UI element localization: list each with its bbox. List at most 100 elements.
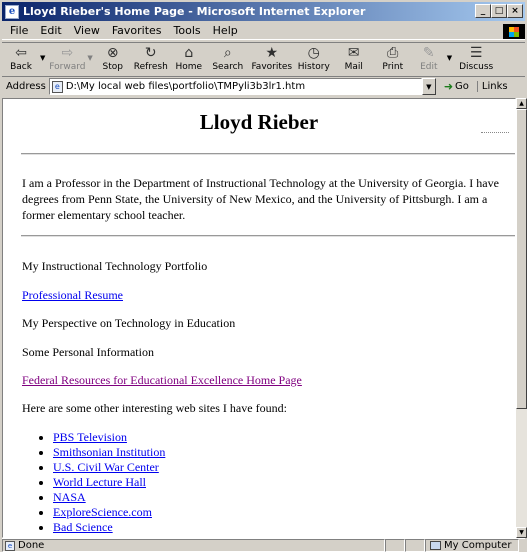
security-zone: My Computer [425, 539, 519, 552]
site-link-civil-war[interactable]: U.S. Civil War Center [53, 460, 159, 474]
stop-label: Stop [102, 62, 124, 72]
go-arrow-icon: ➜ [443, 80, 454, 93]
list-item: Smithsonian Institution [53, 445, 165, 460]
menu-bar: File Edit View Favorites Tools Help [2, 22, 525, 40]
title-bar: e Lloyd Rieber's Home Page - Microsoft I… [2, 2, 525, 21]
intro-text: I am a Professor in the Department of In… [22, 176, 499, 222]
list-item: ExploreScience.com [53, 505, 165, 520]
scroll-up-icon[interactable]: ▲ [516, 98, 527, 109]
favorites-label: Favorites [251, 62, 293, 72]
print-button[interactable]: ⎙ Print [375, 44, 411, 76]
resume-link[interactable]: Professional Resume [22, 288, 123, 302]
stop-icon: ⊗ [106, 45, 119, 61]
refresh-button[interactable]: ↻ Refresh [131, 44, 171, 76]
sites-list: PBS Television Smithsonian Institution U… [41, 430, 165, 535]
scroll-thumb[interactable] [516, 109, 527, 409]
site-link-lecture-hall[interactable]: World Lecture Hall [53, 475, 146, 489]
browser-window: e Lloyd Rieber's Home Page - Microsoft I… [0, 0, 527, 552]
perspective-text: My Perspective on Technology in Educatio… [22, 316, 236, 330]
search-icon: ⌕ [223, 45, 232, 61]
list-item: World Lecture Hall [53, 475, 165, 490]
status-text: Done [18, 540, 45, 551]
minimize-button[interactable]: _ [475, 4, 491, 18]
edit-button[interactable]: ✎ Edit [411, 44, 447, 76]
history-label: History [297, 62, 330, 72]
home-icon: ⌂ [184, 45, 194, 61]
zone-label: My Computer [444, 540, 512, 551]
page-content: Lloyd Rieber I am a Professor in the Dep… [2, 98, 516, 538]
menu-favorites[interactable]: Favorites [112, 24, 162, 37]
list-item: PBS Television [53, 430, 165, 445]
refresh-label: Refresh [133, 62, 168, 72]
favorites-button[interactable]: ★ Favorites [249, 44, 295, 76]
history-icon: ◷ [307, 45, 320, 61]
divider [21, 153, 515, 155]
status-panel: e Done [2, 539, 385, 552]
page-icon: e [51, 80, 63, 93]
menu-help[interactable]: Help [213, 24, 238, 37]
address-field[interactable]: e D:\My local web files\portfolio\TMPyli… [48, 78, 422, 95]
status-pane [405, 539, 425, 552]
address-value: D:\My local web files\portfolio\TMPyli3b… [65, 81, 306, 92]
page-title: Lloyd Rieber [199, 110, 319, 134]
site-link-smithsonian[interactable]: Smithsonian Institution [53, 445, 165, 459]
address-bar: Address e D:\My local web files\portfoli… [2, 76, 525, 96]
standard-toolbar: ⇦ Back ▼ ⇨ Forward ▼ ⊗ Stop ↻ Refresh ⌂ … [2, 42, 525, 76]
personal-info-text: Some Personal Information [22, 345, 154, 359]
search-label: Search [212, 62, 244, 72]
stop-button[interactable]: ⊗ Stop [95, 44, 131, 76]
print-label: Print [382, 62, 404, 72]
divider [21, 235, 515, 237]
list-item: NASA [53, 490, 165, 505]
list-item: U.S. Civil War Center [53, 460, 165, 475]
window-title: Lloyd Rieber's Home Page - Microsoft Int… [23, 5, 366, 18]
ie-logo-icon: e [5, 4, 19, 19]
list-item: Bad Science [53, 520, 165, 535]
menu-edit[interactable]: Edit [40, 24, 61, 37]
portfolio-heading: My Instructional Technology Portfolio [22, 259, 208, 273]
my-computer-icon [430, 541, 441, 550]
page-done-icon: e [5, 540, 15, 551]
status-bar: e Done My Computer [2, 538, 525, 552]
discuss-button[interactable]: ☰ Discuss [454, 44, 498, 76]
site-link-bad-science[interactable]: Bad Science [53, 520, 113, 534]
forward-dropdown-icon[interactable]: ▼ [87, 54, 92, 62]
address-dropdown-icon[interactable]: ▼ [421, 78, 436, 95]
site-link-nasa[interactable]: NASA [53, 490, 86, 504]
windows-logo-icon [503, 24, 525, 39]
site-link-explorescience[interactable]: ExploreScience.com [53, 505, 152, 519]
site-link-pbs[interactable]: PBS Television [53, 430, 127, 444]
sites-intro-text: Here are some other interesting web site… [22, 401, 287, 415]
home-button[interactable]: ⌂ Home [171, 44, 207, 76]
federal-resources-link[interactable]: Federal Resources for Educational Excell… [22, 373, 302, 387]
edit-icon: ✎ [422, 45, 435, 61]
favorites-icon: ★ [265, 45, 279, 61]
search-button[interactable]: ⌕ Search [207, 44, 249, 76]
discuss-label: Discuss [459, 62, 494, 72]
forward-label: Forward [49, 62, 86, 72]
go-button[interactable]: ➜ Go [444, 80, 469, 93]
menu-file[interactable]: File [10, 24, 28, 37]
forward-button[interactable]: ⇨ Forward [47, 44, 87, 76]
scroll-down-icon[interactable]: ▼ [516, 527, 527, 538]
refresh-icon: ↻ [144, 45, 157, 61]
back-label: Back [10, 62, 32, 72]
edit-dropdown-icon[interactable]: ▼ [447, 54, 452, 62]
mail-label: Mail [344, 62, 363, 72]
mail-icon: ✉ [347, 45, 360, 61]
go-label: Go [455, 81, 469, 92]
back-button[interactable]: ⇦ Back [2, 44, 40, 76]
home-label: Home [175, 62, 203, 72]
links-button[interactable]: Links [476, 81, 508, 92]
history-button[interactable]: ◷ History [295, 44, 333, 76]
mail-button[interactable]: ✉ Mail [333, 44, 375, 76]
close-button[interactable]: × [507, 4, 523, 18]
forward-arrow-icon: ⇨ [61, 45, 74, 61]
vertical-scrollbar[interactable]: ▲ ▼ [516, 98, 527, 538]
maximize-button[interactable]: □ [491, 4, 507, 18]
back-arrow-icon: ⇦ [15, 45, 27, 61]
menu-tools[interactable]: Tools [174, 24, 201, 37]
decorative-mark [481, 132, 509, 133]
menu-view[interactable]: View [74, 24, 100, 37]
back-dropdown-icon[interactable]: ▼ [40, 54, 45, 62]
